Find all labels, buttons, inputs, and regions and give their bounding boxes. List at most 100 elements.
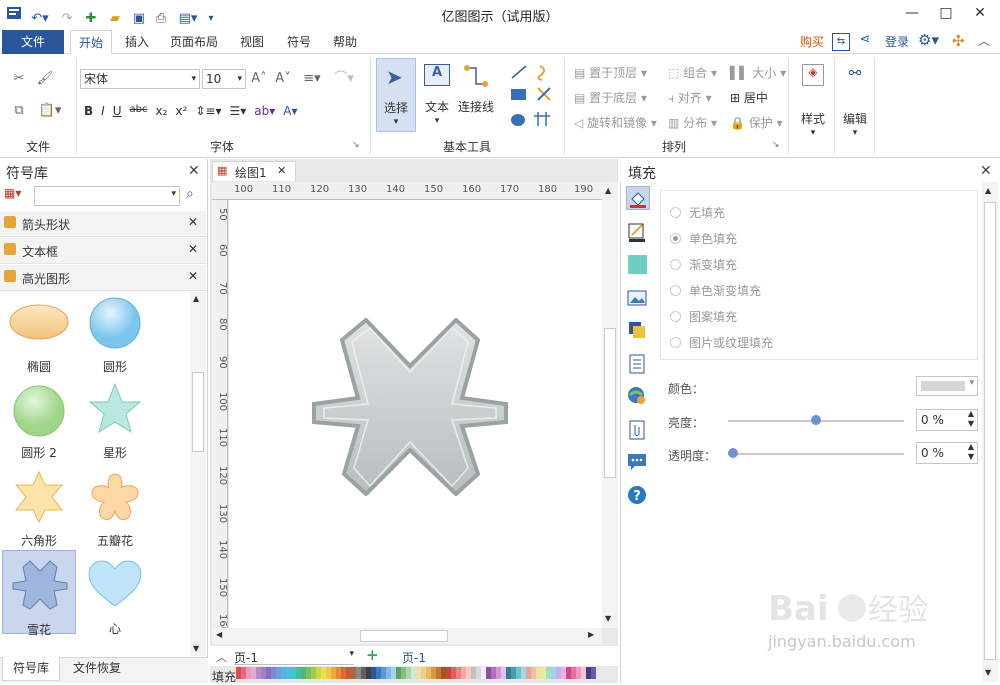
fill-option-gradient[interactable]: 渐变填充	[670, 256, 737, 273]
shape-circle[interactable]: 圆形	[78, 292, 152, 376]
shape-heart[interactable]: 心	[78, 554, 152, 638]
close-category-icon[interactable]: ✕	[188, 269, 198, 283]
page-properties-icon[interactable]	[626, 353, 650, 377]
library-search-input[interactable]: ▾	[34, 186, 180, 206]
help-icon[interactable]: ?	[626, 484, 650, 508]
rotate-mirror-button[interactable]: ◁ 旋转和镜像 ▾	[574, 114, 657, 131]
close-button[interactable]: ✕	[960, 2, 1000, 24]
tab-view[interactable]: 视图	[230, 30, 274, 54]
settings-icon[interactable]: ⚙▾	[918, 31, 942, 51]
scroll-up-icon[interactable]: ▲	[985, 186, 991, 195]
tab-file-recovery[interactable]: 文件恢复	[64, 657, 130, 681]
rectangle-icon[interactable]	[511, 89, 526, 100]
close-category-icon[interactable]: ✕	[188, 215, 198, 229]
cut-icon[interactable]: ✂	[10, 70, 28, 88]
font-dialog-launcher-icon[interactable]: ↘	[352, 140, 360, 150]
close-library-icon[interactable]: ✕	[188, 163, 200, 179]
shape-circle-2[interactable]: 圆形 2	[2, 380, 76, 464]
scroll-up-icon[interactable]: ▲	[605, 186, 611, 195]
line-tool-icon[interactable]	[626, 221, 650, 245]
transparency-slider-handle[interactable]	[728, 448, 738, 458]
hyperlink-icon[interactable]	[626, 385, 650, 409]
library-category-row[interactable]: 箭头形状 ✕	[0, 211, 206, 237]
brightness-input[interactable]: 0 % ▲ ▼	[916, 409, 978, 431]
document-tab[interactable]: ▦ 绘图1 ✕	[212, 161, 296, 181]
ellipse-icon[interactable]	[511, 114, 525, 126]
shadow-tool-icon[interactable]	[626, 253, 650, 277]
scroll-up-icon[interactable]: ▲	[193, 294, 199, 303]
grow-font-icon[interactable]: A˄	[250, 70, 268, 88]
close-tab-icon[interactable]: ✕	[277, 164, 286, 177]
fill-option-pattern[interactable]: 图案填充	[670, 308, 737, 325]
scroll-left-icon[interactable]: ◀	[216, 630, 222, 639]
canvas-horizontal-scrollbar[interactable]: ◀ ▶	[212, 628, 602, 644]
text-tool-button[interactable]: A 文本 ▾	[420, 58, 454, 132]
feedback-icon[interactable]: ⇆	[832, 33, 850, 51]
text-color-icon[interactable]: ab▾	[254, 104, 275, 118]
arrange-dialog-launcher-icon[interactable]: ↘	[772, 140, 780, 150]
login-button[interactable]: 登录	[880, 30, 914, 54]
layers-tool-icon[interactable]	[626, 319, 650, 343]
group-button[interactable]: ⬚ 组合 ▾	[668, 64, 717, 81]
scroll-down-icon[interactable]: ▼	[985, 668, 991, 677]
theme-icon[interactable]: ✣	[952, 32, 970, 50]
style-button[interactable]: ◈ 样式 ▾	[794, 60, 832, 144]
scrollbar-thumb[interactable]	[192, 372, 204, 452]
close-category-icon[interactable]: ✕	[188, 242, 198, 256]
library-scrollbar[interactable]: ▲ ▼	[190, 292, 206, 656]
library-category-row[interactable]: 文本框 ✕	[0, 238, 206, 264]
transparency-input[interactable]: 0 % ▲ ▼	[916, 442, 978, 464]
share-icon[interactable]: ⋖	[856, 32, 874, 50]
center-button[interactable]: ⊞ 居中	[730, 89, 768, 106]
edit-button[interactable]: ⚯ 编辑 ▾	[838, 60, 872, 144]
color-picker[interactable]: ▾	[916, 376, 978, 396]
shrink-font-icon[interactable]: A˅	[274, 70, 292, 88]
connector-tool-button[interactable]: 连接线	[456, 58, 496, 132]
fill-panel-scrollbar[interactable]: ▲ ▼	[982, 182, 998, 682]
add-page-icon[interactable]: +	[366, 646, 379, 664]
tab-home[interactable]: 开始	[70, 30, 112, 54]
radio-button[interactable]	[670, 337, 681, 348]
font-name-select[interactable]: 宋体 ▾	[80, 69, 200, 89]
font-color-icon[interactable]: A▾	[283, 104, 297, 118]
distribute-button[interactable]: ▥ 分布 ▾	[668, 114, 717, 131]
radio-button[interactable]	[670, 285, 681, 296]
shape-five-petal-flower[interactable]: 五瓣花	[78, 468, 152, 552]
library-category-row[interactable]: 高光图形 ✕	[0, 265, 206, 291]
line-spacing-icon[interactable]: ⌒▾	[330, 70, 358, 88]
file-menu-button[interactable]: 文件	[2, 30, 64, 54]
italic-icon[interactable]: I	[101, 104, 105, 118]
curve-icon[interactable]	[537, 65, 545, 81]
shape-snowflake[interactable]: 雪花	[2, 550, 76, 637]
shape-star[interactable]: 星形	[78, 380, 152, 464]
fill-option-solid[interactable]: 单色填充	[670, 230, 737, 247]
bullet-list-icon[interactable]: ☰▾	[229, 104, 246, 118]
page-select[interactable]: 页-1 ▾	[234, 649, 354, 665]
tab-symbol-library[interactable]: 符号库	[2, 657, 60, 681]
fill-option-none[interactable]: 无填充	[670, 204, 725, 221]
scroll-down-icon[interactable]: ▼	[605, 614, 611, 623]
scrollbar-thumb[interactable]	[984, 202, 996, 660]
fill-option-solid-gradient[interactable]: 单色渐变填充	[670, 282, 761, 299]
crop-icon[interactable]	[534, 112, 550, 126]
superscript-icon[interactable]: x²	[175, 104, 187, 118]
buy-button[interactable]: 购买	[796, 30, 828, 54]
underline-icon[interactable]: U	[113, 104, 122, 118]
select-tool-button[interactable]: ➤ 选择 ▾	[376, 58, 416, 132]
scrollbar-thumb[interactable]	[360, 630, 448, 642]
text-align-icon[interactable]: ≡▾	[298, 70, 326, 88]
library-menu-icon[interactable]: ▦▾	[4, 186, 32, 204]
tab-help[interactable]: 帮助	[324, 30, 366, 54]
radio-button[interactable]	[670, 311, 681, 322]
close-fill-panel-icon[interactable]: ✕	[980, 163, 992, 179]
scroll-down-icon[interactable]: ▼	[193, 644, 199, 653]
radio-button[interactable]	[670, 207, 681, 218]
fill-option-picture-texture[interactable]: 图片或纹理填充	[670, 334, 773, 351]
paste-icon[interactable]: 📋▾	[36, 102, 64, 120]
chevron-up-icon[interactable]: ︿	[216, 649, 227, 665]
strikethrough-icon[interactable]: abc	[130, 104, 148, 118]
line-icon[interactable]	[511, 65, 527, 79]
protect-button[interactable]: 🔒 保护 ▾	[730, 114, 783, 131]
bring-to-front-button[interactable]: ▤ 置于顶层 ▾	[574, 64, 647, 81]
format-painter-icon[interactable]: 🖌	[36, 70, 54, 88]
